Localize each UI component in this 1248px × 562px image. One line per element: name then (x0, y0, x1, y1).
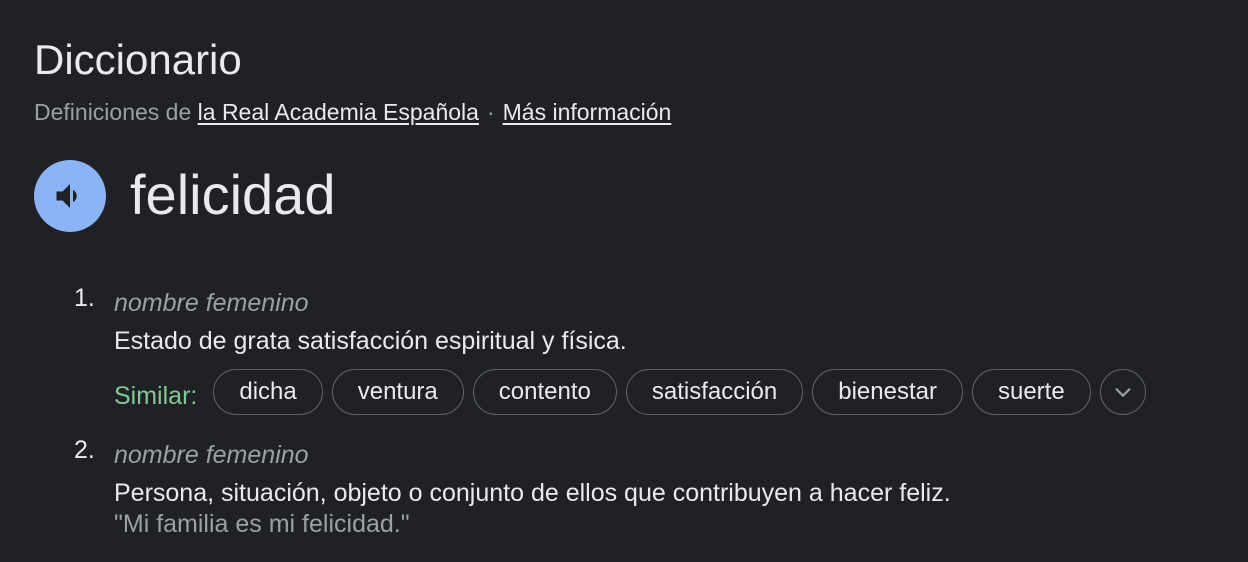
similar-chip-ventura[interactable]: ventura (331, 369, 464, 415)
pronunciation-button[interactable] (34, 160, 106, 232)
expand-similar-button[interactable] (1099, 369, 1146, 415)
similar-words-row: Similar: dicha ventura contento satisfac… (114, 368, 1146, 416)
source-prefix: Definiciones de (34, 99, 192, 125)
similar-label: Similar: (114, 381, 198, 410)
similar-chip-bienestar[interactable]: bienestar (812, 369, 963, 415)
more-info-link[interactable]: Más información (503, 99, 672, 125)
similar-chip-suerte[interactable]: suerte (971, 369, 1091, 415)
rae-link[interactable]: la Real Academia Española (198, 99, 479, 125)
dictionary-panel: Diccionario Definiciones de la Real Acad… (0, 0, 1248, 562)
part-of-speech: nombre femenino (114, 441, 309, 469)
definition-number: 2. (74, 436, 95, 464)
usage-example: "Mi familia es mi felicidad." (114, 510, 410, 538)
headword: felicidad (130, 163, 336, 226)
definition-text: Persona, situación, objeto o conjunto de… (114, 479, 951, 507)
similar-chip-contento[interactable]: contento (472, 369, 617, 415)
chevron-down-icon (1115, 388, 1131, 397)
similar-chip-satisfaccion[interactable]: satisfacción (625, 369, 804, 415)
similar-chip-dicha[interactable]: dicha (213, 369, 323, 415)
panel-title: Diccionario (34, 36, 242, 83)
definition-number: 1. (74, 284, 95, 312)
volume-icon (56, 184, 77, 208)
source-line: Definiciones de la Real Academia Español… (34, 96, 671, 128)
part-of-speech: nombre femenino (114, 289, 309, 317)
separator: · (486, 99, 495, 125)
definition-text: Estado de grata satisfacción espiritual … (114, 327, 627, 355)
